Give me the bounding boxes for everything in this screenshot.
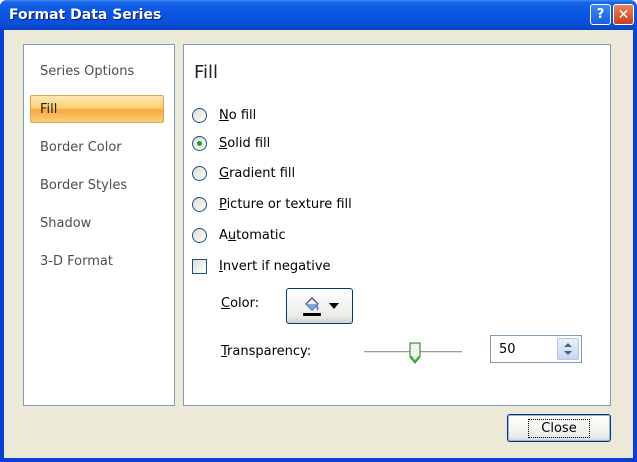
spin-up-icon	[564, 343, 572, 347]
spin-buttons[interactable]	[557, 338, 579, 360]
nav-item-3d-format[interactable]: 3-D Format	[25, 248, 163, 276]
transparency-label: Transparency:	[221, 344, 312, 359]
color-label: Color:	[221, 296, 260, 311]
picture-fill-label: Picture or texture fill	[219, 196, 352, 212]
invert-if-negative-label: Invert if negative	[219, 258, 331, 274]
transparency-slider[interactable]	[364, 342, 462, 364]
picture-fill-option[interactable]: Picture or texture fill	[192, 194, 352, 214]
invert-if-negative-option[interactable]: Invert if negative	[192, 256, 331, 276]
close-button[interactable]: Close	[507, 414, 611, 442]
solid-fill-radio[interactable]	[192, 135, 207, 151]
solid-fill-option[interactable]: Solid fill	[192, 133, 270, 153]
dialog-title: Format Data Series	[9, 7, 162, 23]
no-fill-option[interactable]: No fill	[192, 105, 256, 125]
picture-fill-radio[interactable]	[192, 196, 207, 212]
transparency-spinbox[interactable]: 50	[490, 335, 582, 363]
no-fill-radio[interactable]	[192, 107, 207, 123]
transparency-value[interactable]: 50	[499, 342, 516, 357]
solid-fill-label: Solid fill	[219, 135, 271, 151]
title-close-button[interactable]: ✕	[613, 4, 634, 25]
automatic-label: Automatic	[219, 227, 286, 243]
nav-item-shadow[interactable]: Shadow	[25, 210, 163, 238]
spin-down-icon	[564, 351, 572, 355]
invert-if-negative-checkbox[interactable]	[192, 258, 207, 274]
nav-item-series-options[interactable]: Series Options	[25, 58, 163, 86]
gradient-fill-option[interactable]: Gradient fill	[192, 163, 295, 183]
dropdown-arrow-icon	[328, 303, 339, 309]
gradient-fill-label: Gradient fill	[219, 165, 296, 181]
category-list: Series Options Fill Border Color Border …	[23, 44, 175, 406]
gradient-fill-radio[interactable]	[192, 165, 207, 181]
no-fill-label: No fill	[219, 107, 257, 123]
nav-item-border-styles[interactable]: Border Styles	[25, 172, 163, 200]
close-button-label: Close	[528, 418, 590, 438]
automatic-option[interactable]: Automatic	[192, 225, 286, 245]
title-bar[interactable]: Format Data Series ? ✕	[0, 0, 637, 30]
nav-item-fill[interactable]: Fill	[30, 95, 164, 123]
slider-thumb-icon[interactable]	[409, 342, 421, 364]
close-icon: ✕	[617, 6, 630, 23]
color-picker-button[interactable]	[286, 288, 353, 324]
nav-item-border-color[interactable]: Border Color	[25, 134, 163, 162]
help-button[interactable]: ?	[590, 4, 611, 25]
fill-panel: Fill No fill Solid fill Gradient fill Pi…	[183, 44, 611, 406]
help-icon: ?	[596, 7, 605, 22]
dialog-window: Format Data Series ? ✕ Series Options Fi…	[0, 0, 637, 462]
paint-bucket-icon	[301, 295, 323, 317]
section-title: Fill	[194, 62, 219, 83]
automatic-radio[interactable]	[192, 227, 207, 243]
